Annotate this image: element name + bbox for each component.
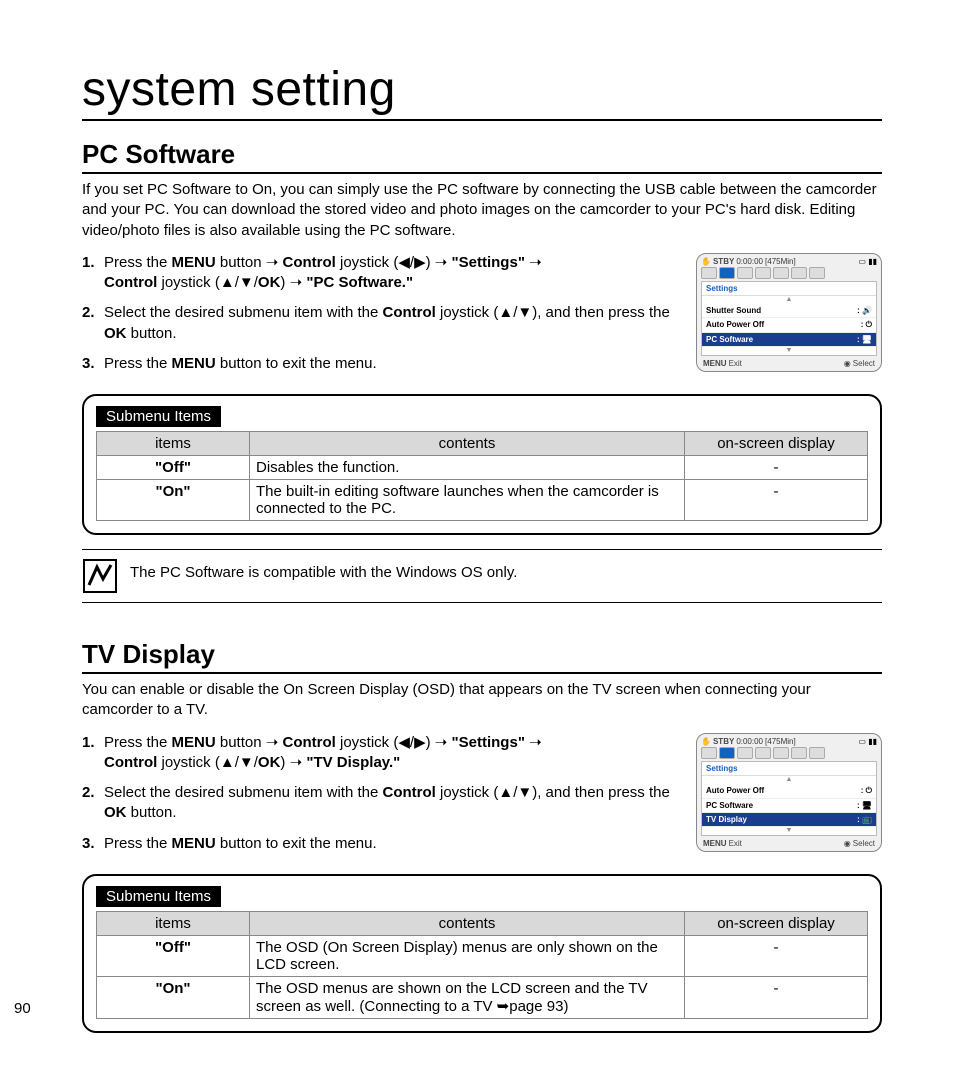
section-tv-display-title: TV Display (82, 639, 882, 674)
osd-settings-header: Settings (702, 762, 876, 776)
col-contents: contents (250, 432, 685, 456)
osd-menu-item: PC Software: 🖥 (702, 799, 876, 813)
step-1-body: Press the MENU button ➝ Control joystick… (104, 733, 680, 774)
osd-tab (737, 267, 753, 279)
triangle-left-icon: ◀ (398, 253, 410, 273)
step-number: 3. (82, 834, 104, 854)
osd-menu-item: Auto Power Off: ⏻ (702, 784, 876, 799)
osd-tab (701, 747, 717, 759)
scroll-down-icon: ▼ (702, 827, 876, 835)
osd-tab (791, 747, 807, 759)
scroll-up-icon: ▲ (702, 296, 876, 304)
scroll-up-icon: ▲ (702, 776, 876, 784)
osd-menu-exit: MENU Exit (703, 839, 742, 848)
col-osd: on-screen display (685, 432, 868, 456)
note-icon (82, 558, 118, 594)
battery-icon: ▭ ▮▮ (858, 257, 877, 266)
osd-tab (701, 267, 717, 279)
submenu-table-pc-software: Submenu Items items contents on-screen d… (82, 394, 882, 535)
page-title: system setting (82, 62, 882, 121)
table-row: "Off" The OSD (On Screen Display) menus … (97, 935, 868, 976)
osd-tab (809, 747, 825, 759)
osd-tab-active (719, 747, 735, 759)
osd-tab (773, 747, 789, 759)
col-items: items (97, 432, 250, 456)
col-contents: contents (250, 911, 685, 935)
note-text: The PC Software is compatible with the W… (130, 558, 517, 581)
osd-tab (809, 267, 825, 279)
osd-tab (773, 267, 789, 279)
page-number: 90 (14, 1000, 31, 1017)
osd-menu-item-selected: TV Display: 📺 (702, 813, 876, 827)
pc-software-intro: If you set PC Software to On, you can si… (82, 180, 882, 241)
col-items: items (97, 911, 250, 935)
triangle-up-icon: ▲ (220, 273, 235, 293)
step-3-body: Press the MENU button to exit the menu. (104, 354, 680, 374)
table-row: "On" The built-in editing software launc… (97, 480, 868, 521)
tv-display-steps: 1. Press the MENU button ➝ Control joyst… (82, 733, 680, 864)
hand-icon: ✋ (701, 257, 711, 266)
osd-settings-header: Settings (702, 282, 876, 296)
submenu-items-label: Submenu Items (96, 406, 221, 427)
submenu-items-label: Submenu Items (96, 886, 221, 907)
hand-icon: ✋ (701, 737, 711, 746)
osd-illustration-tv-display: ✋ STBY 0:00:00 [475Min] ▭ ▮▮ Settings ▲ … (696, 733, 882, 852)
col-osd: on-screen display (685, 911, 868, 935)
osd-select: ◉ Select (844, 359, 875, 368)
step-2-body: Select the desired submenu item with the… (104, 783, 680, 824)
triangle-down-icon: ▼ (239, 273, 254, 293)
table-row: "On" The OSD menus are shown on the LCD … (97, 976, 868, 1018)
step-2-body: Select the desired submenu item with the… (104, 303, 680, 344)
step-number: 2. (82, 783, 104, 824)
osd-menu-item-selected: PC Software: 🖥 (702, 333, 876, 347)
osd-tab-active (719, 267, 735, 279)
section-pc-software-title: PC Software (82, 139, 882, 174)
triangle-right-icon: ▶ (414, 253, 426, 273)
osd-menu-item: Shutter Sound: 🔊 (702, 304, 876, 318)
osd-tab (737, 747, 753, 759)
submenu-table-tv-display: Submenu Items items contents on-screen d… (82, 874, 882, 1033)
osd-tab (755, 267, 771, 279)
osd-menu-exit: MENU Exit (703, 359, 742, 368)
pc-software-steps: 1. Press the MENU button ➝ Control joyst… (82, 253, 680, 384)
tv-display-intro: You can enable or disable the On Screen … (82, 680, 882, 721)
step-number: 1. (82, 733, 104, 774)
step-3-body: Press the MENU button to exit the menu. (104, 834, 680, 854)
step-1-body: Press the MENU button ➝ Control joystick… (104, 253, 680, 294)
osd-tab (791, 267, 807, 279)
osd-menu-item: Auto Power Off: ⏻ (702, 318, 876, 333)
battery-icon: ▭ ▮▮ (858, 737, 877, 746)
osd-tab (755, 747, 771, 759)
step-number: 3. (82, 354, 104, 374)
step-number: 2. (82, 303, 104, 344)
scroll-down-icon: ▼ (702, 347, 876, 355)
osd-select: ◉ Select (844, 839, 875, 848)
step-number: 1. (82, 253, 104, 294)
osd-illustration-pc-software: ✋ STBY 0:00:00 [475Min] ▭ ▮▮ Settings ▲ … (696, 253, 882, 372)
table-row: "Off" Disables the function. - (97, 456, 868, 480)
